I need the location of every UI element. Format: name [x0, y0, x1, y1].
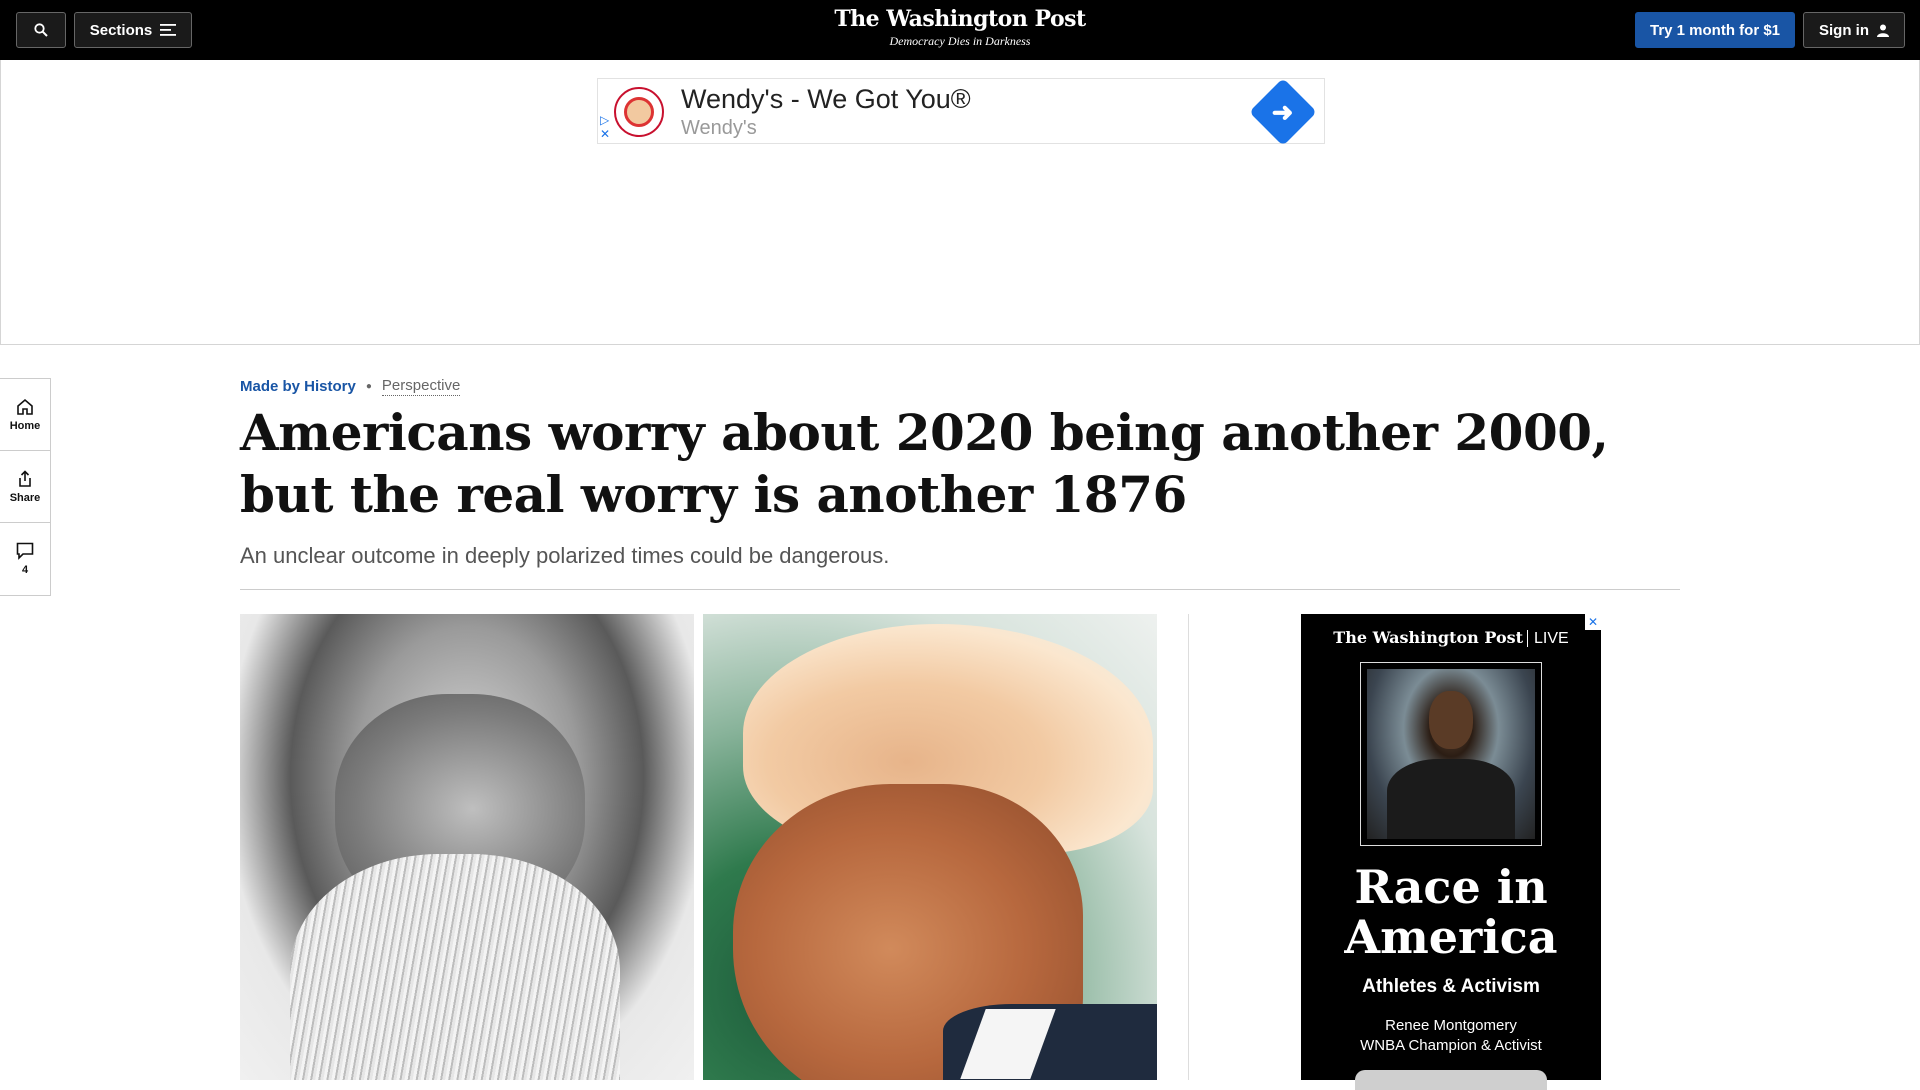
perspective-label[interactable]: Perspective: [381, 377, 461, 396]
home-icon: [17, 398, 33, 415]
menu-icon: [160, 24, 177, 36]
ad-advertiser: Wendy's: [681, 117, 757, 139]
ad-cta-button[interactable]: [1355, 1070, 1547, 1090]
article-kicker: Made by History ● Perspective: [240, 377, 461, 396]
wapo-live-ad[interactable]: ✕ The Washington Post LIVE Race in Americ…: [1301, 614, 1601, 1090]
rail-share-label: Share: [9, 491, 41, 504]
rail-share-button[interactable]: Share: [0, 451, 50, 523]
site-tagline: Democracy Dies in Darkness: [889, 34, 1031, 48]
ad-brand-live: LIVE: [1527, 630, 1569, 647]
rail-home-button[interactable]: Home: [0, 379, 50, 451]
subscribe-label: Try 1 month for $1: [1649, 21, 1781, 39]
search-button[interactable]: [16, 12, 66, 48]
subscribe-button[interactable]: Try 1 month for $1: [1635, 12, 1795, 48]
ad-speaker: Renee Montgomery WNBA Champion & Activis…: [1301, 1016, 1601, 1056]
comment-icon: [16, 542, 34, 560]
column-divider: [1188, 614, 1189, 1080]
rail-home-label: Home: [9, 419, 41, 432]
lead-photo-hayes: [240, 614, 694, 1080]
ad-choices-icon[interactable]: ▷ ✕: [600, 113, 610, 141]
lead-photo-trump: [703, 614, 1157, 1080]
wendys-ad-banner[interactable]: ▷ ✕ Wendy's - We Got You® Wendy's ➜: [597, 78, 1325, 146]
ad-subtitle: Athletes & Activism: [1362, 976, 1540, 997]
ad-speaker-name: Renee Montgomery: [1385, 1017, 1517, 1034]
left-action-rail: Home Share 4: [0, 378, 51, 596]
sections-button[interactable]: Sections: [74, 12, 192, 48]
ad-speaker-title: WNBA Champion & Activist: [1360, 1037, 1542, 1054]
article-headline: Americans worry about 2020 being another…: [240, 403, 1609, 524]
wendys-logo: [614, 87, 664, 137]
ad-title: Wendy's - We Got You®: [681, 84, 971, 114]
top-navigation: Sections The Washington Post Democracy D…: [0, 0, 1920, 60]
top-ad-region: ▷ ✕ Wendy's - We Got You® Wendy's ➜: [0, 60, 1920, 345]
site-logo[interactable]: The Washington Post: [760, 6, 1160, 32]
speaker-photo-frame: [1360, 662, 1542, 846]
user-icon: [1877, 24, 1889, 37]
sign-in-button[interactable]: Sign in: [1803, 12, 1905, 48]
share-icon: [19, 469, 31, 487]
sections-label: Sections: [89, 21, 153, 39]
ad-brand: The Washington Post LIVE: [1301, 628, 1601, 648]
ad-choices-close-icon[interactable]: ✕: [1585, 614, 1601, 630]
article-dek: An unclear outcome in deeply polarized t…: [240, 543, 890, 568]
section-link[interactable]: Made by History: [240, 378, 356, 395]
ad-headline: Race in America: [1344, 860, 1558, 964]
masthead[interactable]: The Washington Post Democracy Dies in Da…: [760, 6, 1160, 49]
ad-directions-icon[interactable]: ➜: [1249, 78, 1317, 146]
search-icon: [34, 23, 48, 37]
ad-brand-logo: The Washington Post: [1333, 628, 1524, 647]
kicker-separator: ●: [365, 381, 372, 392]
header-divider: [240, 589, 1680, 590]
speaker-photo: [1367, 669, 1535, 839]
sign-in-label: Sign in: [1819, 21, 1869, 39]
rail-comments-count: 4: [21, 564, 29, 576]
rail-comments-button[interactable]: 4: [0, 523, 50, 595]
